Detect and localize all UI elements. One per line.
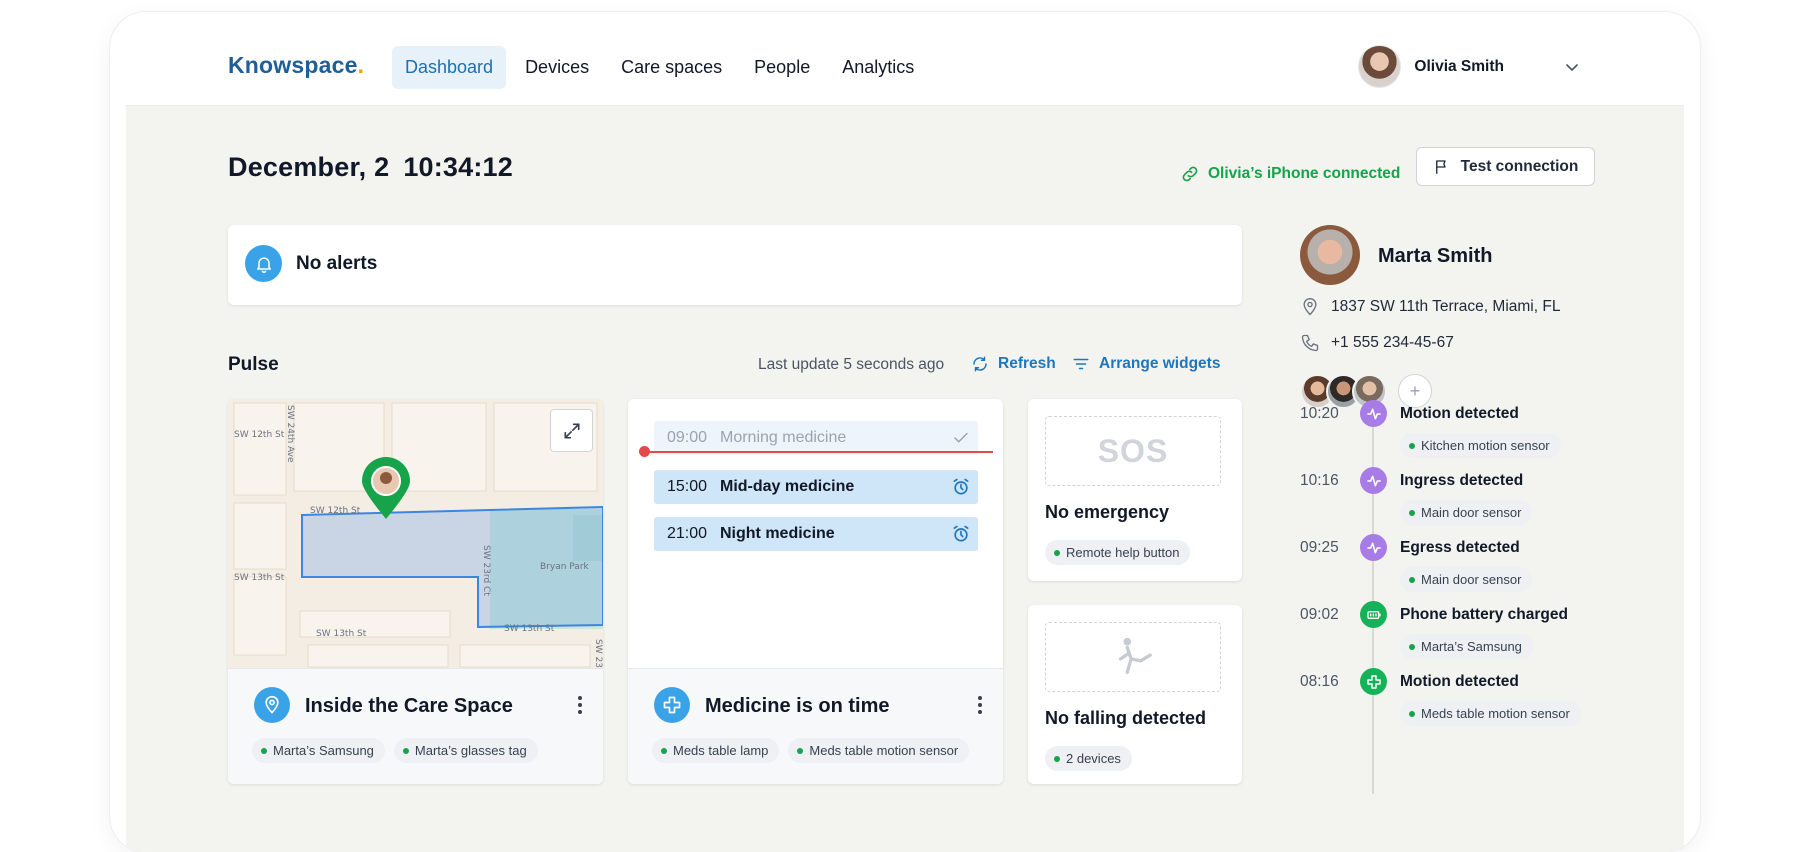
timeline-event[interactable]: 09:02 Phone battery charged Marta’s Sams… — [1300, 601, 1600, 677]
refresh-button[interactable]: Refresh — [971, 355, 1056, 373]
location-icon — [254, 687, 290, 723]
person-name: Marta Smith — [1378, 245, 1493, 267]
user-name: Olivia Smith — [1414, 57, 1504, 75]
widget-title: No emergency — [1045, 502, 1170, 522]
alerts-text: No alerts — [296, 253, 378, 274]
event-source-chip: Kitchen motion sensor — [1400, 433, 1561, 458]
user-menu[interactable]: Olivia Smith — [1358, 45, 1580, 88]
device-chip[interactable]: 2 devices — [1045, 746, 1132, 771]
flag-icon — [1435, 159, 1446, 174]
device-chip[interactable]: Meds table motion sensor — [788, 738, 970, 763]
nav-devices[interactable]: Devices — [512, 46, 602, 89]
device-chips: Meds table lamp Meds table motion sensor — [652, 738, 970, 763]
more-vertical-icon[interactable] — [977, 695, 983, 715]
last-update-text: Last update 5 seconds ago — [758, 356, 945, 373]
location-icon — [1303, 298, 1317, 316]
avatar — [1358, 45, 1402, 88]
alarm-clock-icon[interactable] — [944, 477, 978, 497]
med-schedule-row[interactable]: 21:00 Night medicine — [654, 517, 978, 551]
svg-text:SW 13th St: SW 13th St — [316, 629, 367, 639]
activity-icon — [1360, 400, 1387, 427]
nav-analytics[interactable]: Analytics — [829, 46, 927, 89]
activity-icon — [1360, 467, 1387, 494]
med-schedule-row[interactable]: 15:00 Mid-day medicine — [654, 470, 978, 504]
widget-title: Inside the Care Space — [305, 695, 513, 717]
section-title-pulse: Pulse — [228, 354, 279, 375]
app-window: Knowspace. Dashboard Devices Care spaces… — [110, 12, 1700, 852]
widget-footer: Medicine is on time Meds table lamp Meds… — [628, 668, 1003, 784]
activity-icon — [1360, 534, 1387, 561]
current-time-line — [642, 451, 993, 453]
more-vertical-icon[interactable] — [577, 695, 583, 715]
filter-icon — [1073, 358, 1089, 370]
svg-text:SW 13th St: SW 13th St — [234, 573, 285, 583]
logo[interactable]: Knowspace. — [228, 52, 364, 79]
medicine-widget: 09:00 Morning medicine 15:00 Mid-day med… — [628, 399, 1003, 784]
expand-map-button[interactable] — [550, 409, 593, 452]
event-source-chip: Main door sensor — [1400, 567, 1533, 592]
phone-icon — [1301, 334, 1319, 352]
widget-title: No falling detected — [1045, 708, 1207, 728]
main-content: December, 2 10:34:12 Olivia’s iPhone conn… — [126, 106, 1684, 852]
main-nav: Dashboard Devices Care spaces People Ana… — [392, 46, 927, 89]
phone-line: +1 555 234-45-67 — [1300, 333, 1454, 353]
timeline-event[interactable]: 10:16 Ingress detected Main door sensor — [1300, 467, 1600, 543]
svg-text:SW 24th Ave: SW 24th Ave — [285, 405, 295, 463]
check-icon — [944, 429, 978, 447]
nav-dashboard[interactable]: Dashboard — [392, 46, 507, 89]
event-source-chip: Meds table motion sensor — [1400, 701, 1581, 726]
nav-people[interactable]: People — [741, 46, 823, 89]
device-chip[interactable]: Remote help button — [1045, 540, 1191, 565]
event-source-chip: Main door sensor — [1400, 500, 1533, 525]
alarm-clock-icon[interactable] — [944, 524, 978, 544]
device-chips: Marta’s Samsung Marta’s glasses tag — [252, 738, 538, 763]
svg-text:SW 23rd: SW 23rd — [593, 639, 603, 668]
medical-cross-icon — [654, 687, 690, 723]
fall-detection-widget: No falling detected 2 devices — [1028, 605, 1242, 784]
link-icon — [1182, 166, 1198, 182]
refresh-icon — [973, 356, 987, 372]
device-chip[interactable]: Meds table lamp — [652, 738, 780, 763]
svg-text:SW 12th St: SW 12th St — [234, 430, 285, 440]
sos-badge: SOS — [1045, 416, 1221, 486]
sos-widget: SOS No emergency Remote help button — [1028, 399, 1242, 581]
device-chip[interactable]: Marta’s glasses tag — [393, 738, 538, 763]
svg-text:SW 23rd Ct: SW 23rd Ct — [481, 545, 491, 596]
current-time-marker — [639, 446, 650, 457]
timeline-event[interactable]: 10:20 Motion detected Kitchen motion sen… — [1300, 400, 1600, 476]
expand-icon — [564, 423, 579, 438]
map[interactable]: SW 12th St SW 24th Ave SW 12th St SW 13t… — [228, 399, 603, 668]
event-source-chip: Marta’s Samsung — [1400, 634, 1533, 659]
chevron-down-icon[interactable] — [1564, 59, 1580, 75]
avatar[interactable] — [1300, 225, 1360, 285]
svg-text:SW 13th St: SW 13th St — [504, 624, 555, 634]
address-line: 1837 SW 11th Terrace, Miami, FL — [1300, 297, 1560, 317]
current-datetime: December, 2 10:34:12 — [228, 152, 513, 182]
battery-icon — [1360, 601, 1387, 628]
timeline-event[interactable]: 09:25 Egress detected Main door sensor — [1300, 534, 1600, 610]
top-bar: Knowspace. Dashboard Devices Care spaces… — [126, 12, 1684, 106]
nav-care-spaces[interactable]: Care spaces — [608, 46, 735, 89]
test-connection-button[interactable]: Test connection — [1416, 147, 1595, 186]
arrange-widgets-button[interactable]: Arrange widgets — [1072, 355, 1220, 373]
bell-icon — [245, 245, 282, 282]
svg-text:SW 12th St: SW 12th St — [310, 506, 361, 516]
svg-text:Bryan Park: Bryan Park — [540, 562, 590, 572]
alerts-panel: No alerts — [228, 225, 1242, 305]
location-widget: SW 12th St SW 24th Ave SW 12th St SW 13t… — [228, 399, 603, 784]
timeline-event[interactable]: 08:16 Motion detected Meds table motion … — [1300, 668, 1600, 744]
connection-status: Olivia’s iPhone connected — [1180, 164, 1400, 184]
device-chip[interactable]: Marta’s Samsung — [252, 738, 385, 763]
medical-cross-icon — [1360, 668, 1387, 695]
falling-person-icon — [1045, 622, 1221, 692]
med-schedule-row[interactable]: 09:00 Morning medicine — [654, 421, 978, 455]
widget-footer: Inside the Care Space Marta’s Samsung Ma… — [228, 668, 603, 784]
widget-title: Medicine is on time — [705, 695, 890, 717]
